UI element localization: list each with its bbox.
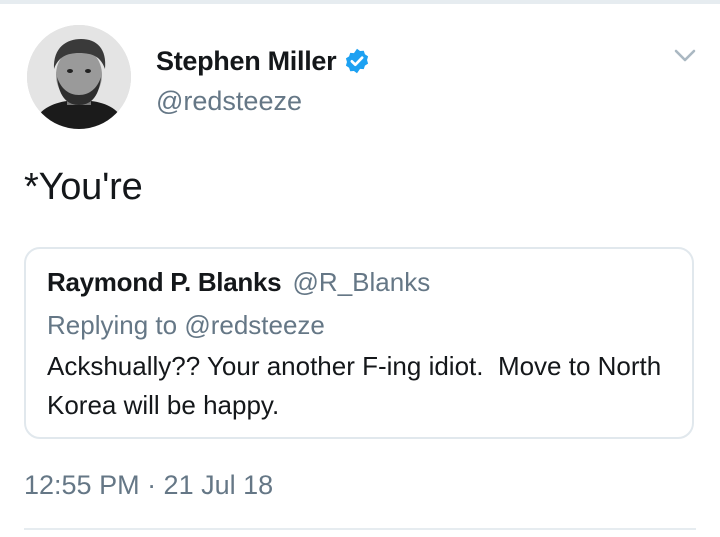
quoted-tweet-text: Ackshually?? Your another F-ing idiot. M… — [47, 351, 669, 420]
bottom-divider — [24, 528, 696, 530]
author-handle[interactable]: @redsteeze — [156, 86, 302, 117]
quoted-tweet-header: Raymond P. Blanks @R_Blanks — [47, 267, 430, 298]
replying-to-mention[interactable]: @redsteeze — [184, 310, 325, 340]
quoted-replying-to: Replying to @redsteeze — [47, 310, 325, 341]
tweet-text: *You're — [24, 166, 143, 208]
avatar[interactable] — [27, 25, 131, 129]
quoted-author-handle: @R_Blanks — [292, 267, 431, 297]
tweet-timestamp[interactable]: 12:55 PM · 21 Jul 18 — [24, 470, 273, 501]
verified-badge-icon — [343, 47, 371, 75]
quoted-tweet-card[interactable]: Raymond P. Blanks @R_Blanks Replying to … — [24, 247, 694, 439]
replying-to-label: Replying to — [47, 310, 178, 340]
quoted-author-name: Raymond P. Blanks — [47, 267, 282, 297]
author-display-name[interactable]: Stephen Miller — [156, 46, 337, 77]
tweet: Stephen Miller @redsteeze *You're Raymon… — [0, 0, 720, 537]
author-name-row[interactable]: Stephen Miller — [156, 43, 371, 79]
avatar-photo — [27, 25, 131, 129]
chevron-down-icon — [674, 49, 696, 62]
tweet-menu-button[interactable] — [671, 45, 699, 67]
